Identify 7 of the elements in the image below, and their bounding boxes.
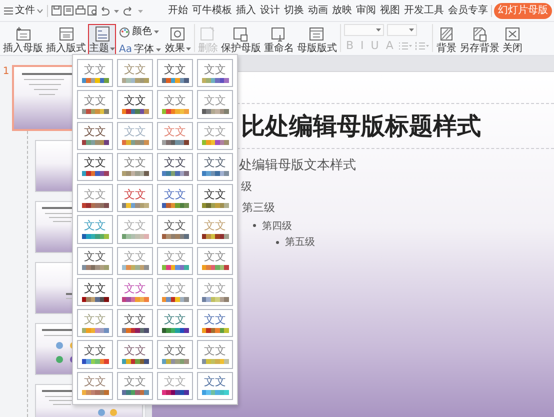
body-text: 第五级	[285, 236, 315, 249]
body-text: 第四级	[262, 220, 292, 232]
slide-title: 比处编辑母版标题样式	[241, 111, 481, 142]
body-text: 处编辑母版文本样式	[239, 157, 356, 174]
body-text: 级	[241, 178, 252, 194]
slide-number: 1	[2, 65, 10, 79]
body-text: 第三级	[242, 200, 275, 214]
